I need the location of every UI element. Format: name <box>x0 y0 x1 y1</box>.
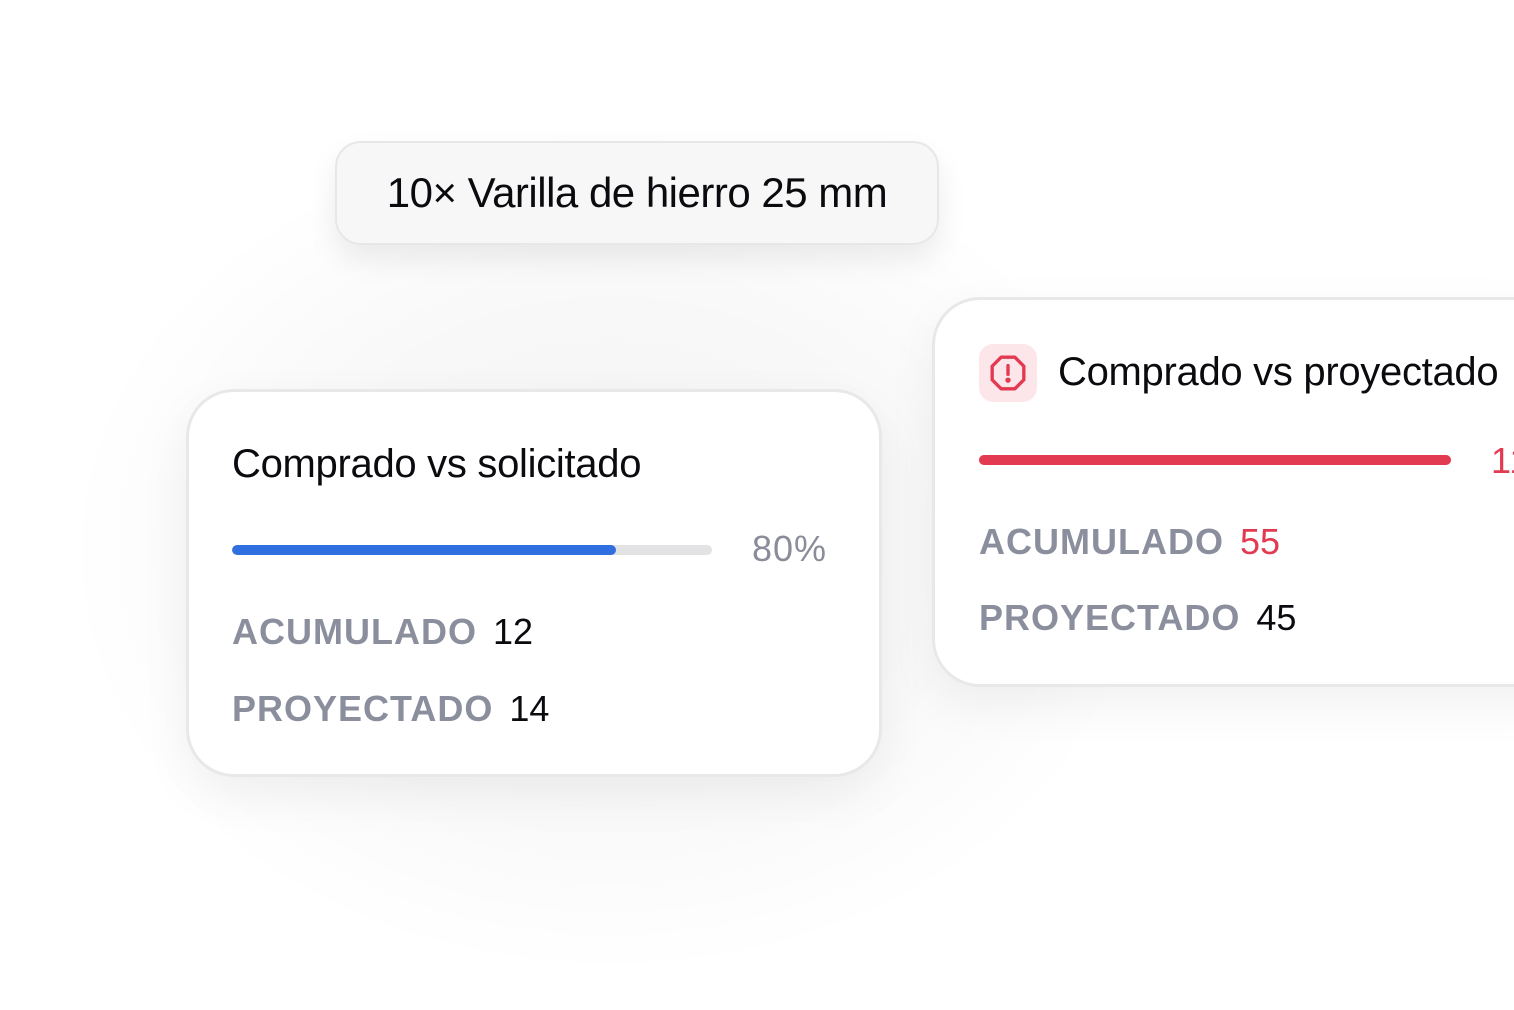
stat-value: 45 <box>1256 597 1297 638</box>
stat-label: PROYECTADO <box>979 597 1241 638</box>
stat-value: 12 <box>492 611 534 652</box>
card-comprado-vs-solicitado: Comprado vs solicitado 80% ACUMULADO 12 … <box>186 389 882 777</box>
stat-value: 55 <box>1239 521 1281 562</box>
progress-bar-fill <box>232 545 616 555</box>
progress-percent: 11 <box>1491 440 1514 481</box>
stat-label: PROYECTADO <box>232 688 494 729</box>
card-comprado-vs-proyectado: Comprado vs proyectado 11 ACUMULADO 55 P… <box>932 297 1514 687</box>
stat-label: ACUMULADO <box>232 611 477 652</box>
card-title: Comprado vs proyectado <box>1058 350 1499 394</box>
progress-bar-track <box>979 455 1451 465</box>
progress-bar-fill <box>979 455 1451 465</box>
item-pill: 10× Varilla de hierro 25 mm <box>335 141 939 245</box>
stat-proyectado: PROYECTADO 14 <box>232 688 549 730</box>
progress-percent: 80% <box>752 528 828 569</box>
alert-octagon-icon <box>979 344 1037 402</box>
progress-bar-track <box>232 545 712 555</box>
stat-acumulado: ACUMULADO 55 <box>979 521 1280 563</box>
card-title: Comprado vs solicitado <box>232 442 642 486</box>
stat-acumulado: ACUMULADO 12 <box>232 611 533 653</box>
item-quantity-label: 10× Varilla de hierro 25 mm <box>386 169 888 216</box>
stat-value: 14 <box>509 688 550 729</box>
stat-label: ACUMULADO <box>979 521 1224 562</box>
stat-proyectado: PROYECTADO 45 <box>979 597 1296 639</box>
